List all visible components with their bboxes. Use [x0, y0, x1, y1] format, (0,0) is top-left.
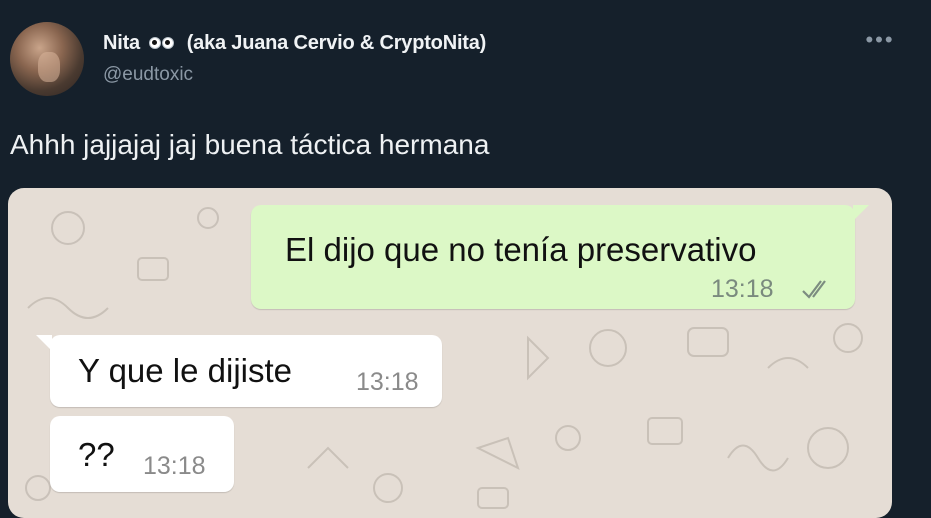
display-name-suffix: (aka Juana Cervio & CryptoNita) [186, 32, 487, 54]
double-check-icon [802, 280, 826, 299]
tweet-image-chat-screenshot[interactable]: El dijo que no tenía preservativo 13:18 … [8, 188, 892, 518]
message-time: 13:18 [711, 275, 774, 303]
display-name-text: Nita [103, 32, 140, 54]
user-handle[interactable]: @eudtoxic [103, 64, 193, 86]
tweet-text: Ahhh jajjajaj jaj buena táctica hermana [10, 129, 490, 160]
message-time: 13:18 [143, 452, 206, 480]
eyes-emoji-icon [149, 32, 175, 55]
incoming-message[interactable]: ?? 13:18 [50, 416, 234, 492]
outgoing-message[interactable]: El dijo que no tenía preservativo 13:18 [251, 205, 869, 309]
message-text: Y que le dijiste [78, 352, 293, 389]
more-horizontal-icon[interactable]: ••• [862, 28, 898, 52]
incoming-message[interactable]: Y que le dijiste 13:18 [36, 335, 442, 407]
message-time: 13:18 [356, 368, 419, 396]
message-text: ?? [78, 436, 115, 473]
display-name[interactable]: Nita (aka Juana Cervio & CryptoNita) [103, 32, 486, 55]
avatar[interactable] [10, 22, 84, 96]
message-text: El dijo que no tenía preservativo [285, 231, 757, 268]
